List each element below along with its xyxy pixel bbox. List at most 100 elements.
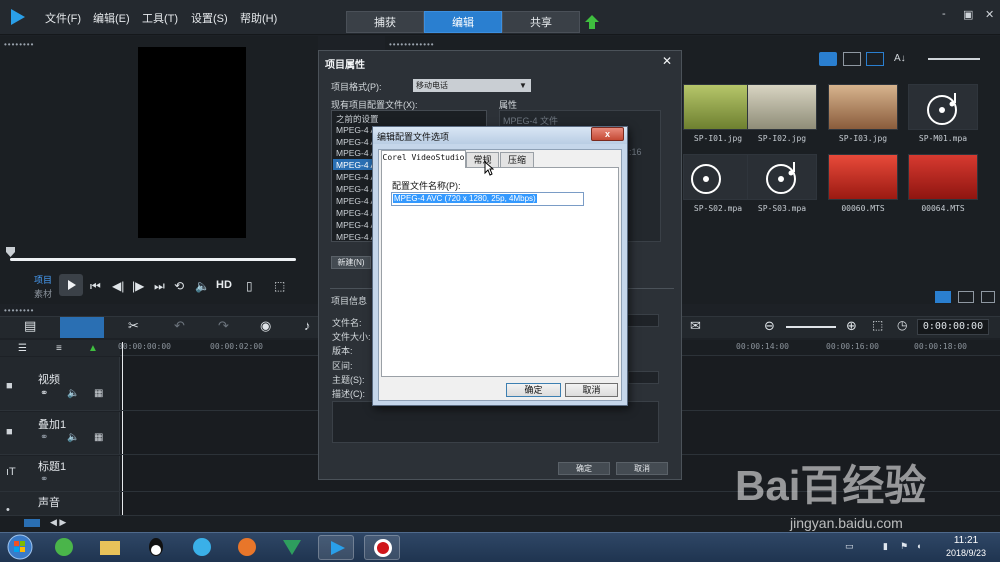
tab-corel-videostudio[interactable]: Corel VideoStudio [381,150,466,168]
thumbnail-video[interactable] [828,154,898,200]
grid-view-icon[interactable] [866,52,884,66]
repeat-icon[interactable]: ⟲ [174,279,184,293]
list-view-icon[interactable] [843,52,861,66]
tab-compression[interactable]: 压缩 [500,152,534,167]
add-track-icon[interactable]: ▲ [88,343,98,354]
menu-help[interactable]: 帮助(H) [240,10,277,26]
thumbnail-audio[interactable] [747,154,817,200]
list-item[interactable]: MPEG-4 A [336,220,376,230]
grid-icon[interactable]: ▦ [94,432,103,443]
thumbnail-size-slider[interactable] [928,58,980,60]
thumbnail-video[interactable] [908,154,978,200]
description-field[interactable] [332,401,659,443]
close-button[interactable]: x [591,127,624,141]
thumbnail-landscape[interactable] [747,84,817,130]
taskbar-app-icon[interactable] [274,535,310,560]
taskbar-explorer-icon[interactable] [92,535,128,560]
list-item[interactable]: MPEG-4 A [336,125,376,135]
mute-icon[interactable]: 🔈 [67,432,79,443]
volume-icon[interactable]: 🔈 [195,279,210,293]
link-icon[interactable]: ⚭ [40,474,48,485]
play-button[interactable] [59,274,83,296]
crop-icon[interactable]: ⬚ [274,279,285,293]
thumbnail-tree[interactable] [828,84,898,130]
chapter-icon[interactable]: ≡ [56,343,62,354]
close-button[interactable]: ✕ [985,8,994,21]
track-name[interactable]: 声音 [38,494,60,510]
tab-capture[interactable]: 捕获 [346,11,424,33]
auto-music-icon[interactable]: ✉ [690,318,701,334]
large-thumbnail-view-icon[interactable] [819,52,837,66]
list-item[interactable]: MPEG-4 A [336,196,376,206]
track-manager-icon[interactable]: ☰ [18,343,27,354]
list-item[interactable]: MPEG-4 A [336,148,376,158]
cancel-button[interactable]: 取消 [565,383,618,397]
device-icon[interactable]: ▯ [246,279,253,293]
ok-button[interactable]: 确定 [506,383,561,397]
tray-device-icon[interactable]: ▮ [883,541,888,552]
upload-arrow-icon[interactable] [584,14,600,30]
list-item[interactable]: MPEG-4 A [336,208,376,218]
storyboard-icon[interactable]: ▤ [24,318,36,334]
scrubber-handle-icon[interactable] [5,246,16,258]
previous-frame-icon[interactable]: ◀| [112,279,124,293]
thumbnail-dandelion[interactable] [683,84,753,130]
zoom-slider[interactable] [786,326,836,328]
new-profile-button[interactable]: 新建(N) [331,256,371,269]
taskbar-videostudio-icon[interactable] [318,535,354,560]
thumbnail-audio[interactable] [908,84,978,130]
go-to-end-icon[interactable]: ⏭ [154,279,165,294]
cancel-button[interactable]: 取消 [616,462,668,475]
go-to-start-icon[interactable]: ⏮ [90,279,101,294]
track-name[interactable]: 叠加1 [38,416,66,432]
link-icon[interactable]: ⚭ [40,388,48,399]
menu-tools[interactable]: 工具(T) [142,10,178,26]
panel-grip[interactable]: •••••••• [4,306,34,315]
tray-volume-icon[interactable]: ◖ [916,541,921,551]
panel-grip[interactable]: •••••••••••• [389,40,435,49]
taskbar-media-icon[interactable] [184,535,220,560]
storyboard-view-icon[interactable] [935,291,951,303]
restore-button[interactable]: ▣ [963,8,973,21]
track-name[interactable]: 标题1 [38,458,66,474]
scrubber-track[interactable] [10,258,296,261]
menu-edit[interactable]: 编辑(E) [93,10,130,26]
mode-clip-label[interactable]: 素材 [34,287,52,300]
link-icon[interactable]: ⚭ [40,432,48,443]
list-item[interactable]: MPEG-4 A [336,160,376,170]
menu-settings[interactable]: 设置(S) [191,10,228,26]
subject-field[interactable] [628,371,659,384]
minimize-button[interactable]: - [942,8,946,20]
taskbar-app-green-icon[interactable] [46,535,82,560]
format-select[interactable]: 移动电话 ▼ [413,79,531,92]
zoom-in-icon[interactable]: ⊕ [846,318,857,334]
track-name[interactable]: 视频 [38,371,60,387]
ok-button[interactable]: 确定 [558,462,610,475]
panel-grip[interactable]: •••••••• [4,40,34,49]
timeline-mode-button[interactable] [60,317,104,338]
tools-icon[interactable]: ✂ [128,318,139,334]
sound-mixer-icon[interactable]: ♪ [304,318,311,333]
expand-icon[interactable] [981,291,995,303]
taskbar-qq-icon[interactable] [138,535,174,560]
sort-icon[interactable]: A↓ [894,53,906,64]
hd-toggle[interactable]: HD [216,279,232,291]
scroll-indicator[interactable] [24,519,40,527]
scroll-left-icon[interactable]: ◀ ▶ [50,517,66,528]
list-item[interactable]: MPEG-4 A [336,184,376,194]
thumbnail-audio[interactable] [683,154,753,200]
list-item[interactable]: MPEG-4 A [336,172,376,182]
timeline-view-icon[interactable] [958,291,974,303]
menu-file[interactable]: 文件(F) [45,10,81,26]
tray-keyboard-icon[interactable]: ▭ [845,541,854,552]
mute-icon[interactable]: 🔈 [67,388,79,399]
taskbar-recorder-icon[interactable] [364,535,400,560]
tab-general[interactable]: 常规 [466,152,499,167]
undo-icon[interactable]: ↶ [174,318,185,334]
list-item[interactable]: 之前的设置 [336,113,379,125]
clock-time[interactable]: 11:21 [946,535,986,546]
clock-date[interactable]: 2018/9/23 [936,548,996,558]
tab-edit[interactable]: 编辑 [424,11,502,33]
taskbar-firefox-icon[interactable] [229,535,265,560]
fit-timeline-icon[interactable]: ⬚ [872,318,883,332]
